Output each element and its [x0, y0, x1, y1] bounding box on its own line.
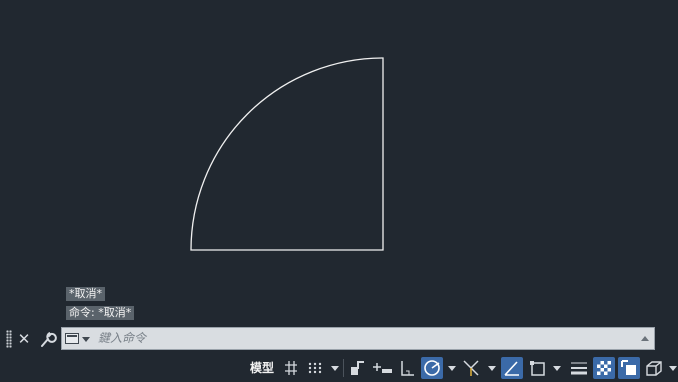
- command-history-line: 命令: *取消*: [66, 306, 135, 320]
- command-history-line: *取消*: [66, 287, 105, 301]
- command-line-bar: ✕ 鍵入命令: [0, 326, 678, 352]
- chevron-down-icon[interactable]: [331, 366, 339, 371]
- close-icon[interactable]: ✕: [14, 328, 34, 350]
- model-tab[interactable]: 模型: [250, 357, 274, 379]
- transparency-icon[interactable]: [593, 357, 615, 379]
- lineweight-icon[interactable]: [568, 357, 590, 379]
- infer-constraints-icon[interactable]: [348, 357, 368, 379]
- quarter-circle-sector[interactable]: [190, 57, 384, 251]
- snap-icon[interactable]: [305, 357, 325, 379]
- chevron-down-icon[interactable]: [553, 366, 561, 371]
- object-snap-icon[interactable]: [527, 357, 549, 379]
- drag-handle-icon[interactable]: [6, 330, 12, 348]
- command-placeholder: 鍵入命令: [98, 331, 147, 345]
- isodraft-icon[interactable]: [460, 357, 482, 379]
- grid-icon[interactable]: [281, 357, 301, 379]
- object-snap-tracking-icon[interactable]: [501, 357, 523, 379]
- chevron-down-icon[interactable]: [669, 366, 677, 371]
- drawing-canvas[interactable]: [0, 0, 678, 326]
- 3d-object-snap-icon[interactable]: [643, 357, 665, 379]
- dynamic-input-icon[interactable]: [372, 357, 394, 379]
- ortho-icon[interactable]: [398, 357, 418, 379]
- status-bar: 模型: [0, 352, 678, 382]
- history-up-icon[interactable]: [641, 336, 649, 341]
- chevron-down-icon[interactable]: [488, 366, 496, 371]
- polar-tracking-icon[interactable]: [421, 357, 443, 379]
- command-window-icon[interactable]: [65, 333, 79, 344]
- chevron-down-icon[interactable]: [448, 366, 456, 371]
- chevron-down-icon[interactable]: [82, 337, 90, 342]
- command-input[interactable]: 鍵入命令: [61, 327, 655, 350]
- customize-wrench-icon[interactable]: [37, 328, 57, 350]
- quick-properties-icon[interactable]: [618, 357, 640, 379]
- divider: [343, 359, 344, 377]
